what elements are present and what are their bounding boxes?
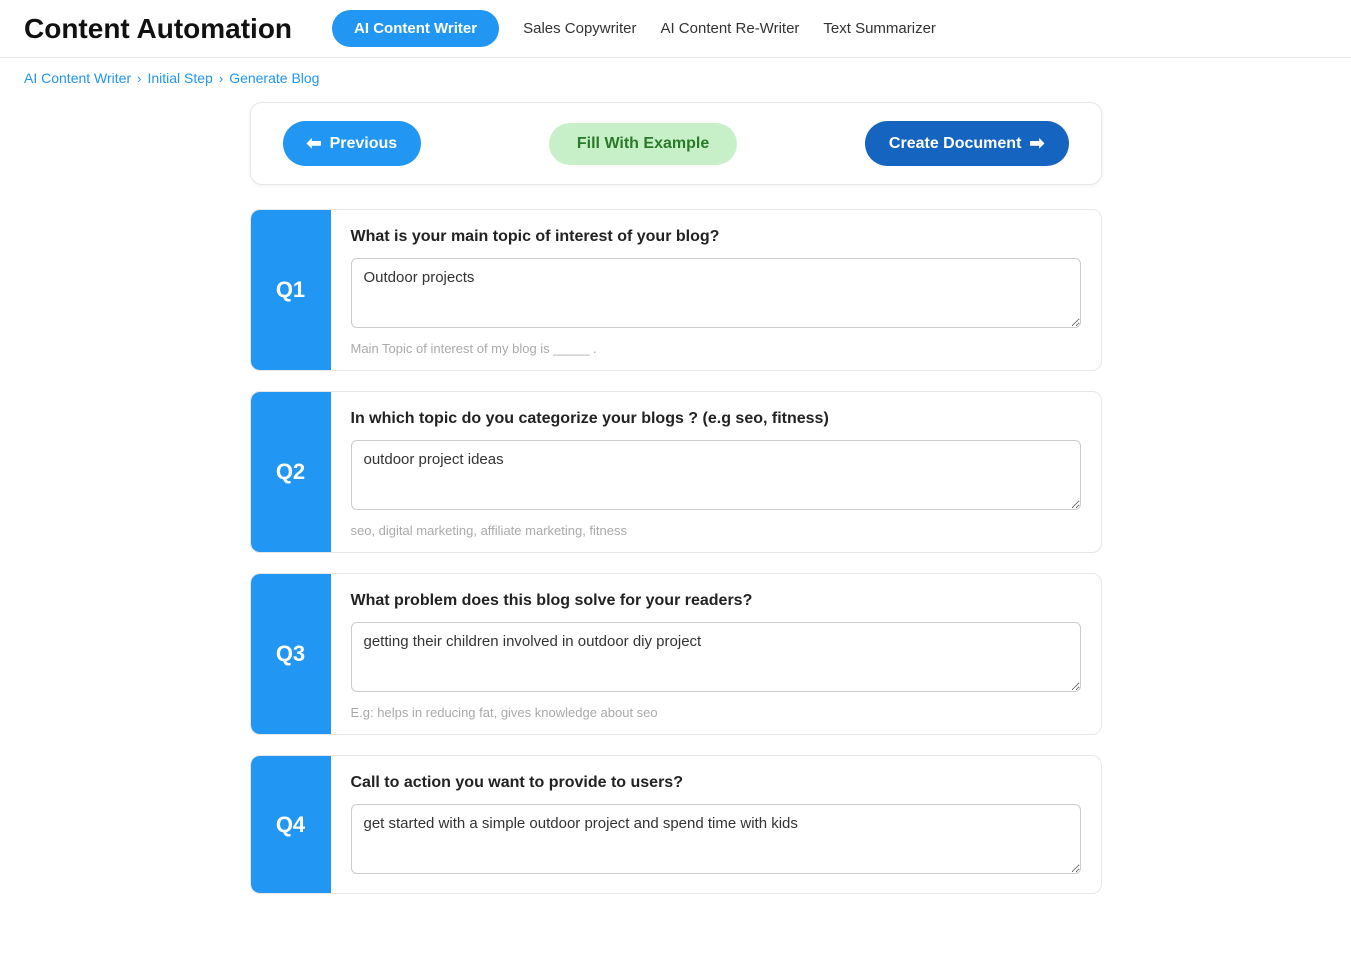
question-title-q1: What is your main topic of interest of y… [351,228,1081,246]
question-input-q2[interactable]: outdoor project ideas [351,440,1081,510]
question-input-q3[interactable]: getting their children involved in outdo… [351,622,1081,692]
fill-example-button[interactable]: Fill With Example [549,123,737,165]
question-block-q1: Q1 What is your main topic of interest o… [250,209,1102,371]
create-doc-label: Create Document [889,135,1021,153]
fill-example-label: Fill With Example [577,135,709,152]
create-doc-arrow-icon: ➡ [1029,133,1044,154]
question-hint-q3: E.g: helps in reducing fat, gives knowle… [351,705,1081,720]
breadcrumb-generate-blog[interactable]: Generate Blog [229,70,319,86]
breadcrumb-sep-1: › [137,71,141,86]
create-document-button[interactable]: Create Document ➡ [865,121,1069,166]
tab-sales-copywriter[interactable]: Sales Copywriter [523,12,636,45]
breadcrumb-ai-content-writer[interactable]: AI Content Writer [24,70,131,86]
header: Content Automation AI Content Writer Sal… [0,0,1351,58]
question-content-q3: What problem does this blog solve for yo… [331,574,1101,734]
previous-button[interactable]: ⬅ Previous [283,121,422,166]
tab-text-summarizer[interactable]: Text Summarizer [823,12,936,45]
question-content-q1: What is your main topic of interest of y… [331,210,1101,370]
nav-tabs: AI Content Writer Sales Copywriter AI Co… [332,10,1327,47]
question-hint-q2: seo, digital marketing, affiliate market… [351,523,1081,538]
questions-container: Q1 What is your main topic of interest o… [250,209,1102,894]
tab-ai-content-rewriter[interactable]: AI Content Re-Writer [660,12,799,45]
question-input-q1[interactable]: Outdoor projects [351,258,1081,328]
action-bar: ⬅ Previous Fill With Example Create Docu… [250,102,1102,185]
breadcrumb: AI Content Writer › Initial Step › Gener… [0,58,1351,102]
question-block-q2: Q2 In which topic do you categorize your… [250,391,1102,553]
question-content-q2: In which topic do you categorize your bl… [331,392,1101,552]
breadcrumb-initial-step[interactable]: Initial Step [147,70,212,86]
tab-ai-content-writer[interactable]: AI Content Writer [332,10,499,47]
question-content-q4: Call to action you want to provide to us… [331,756,1101,893]
breadcrumb-sep-2: › [219,71,223,86]
question-label-q2: Q2 [251,392,331,552]
question-block-q4: Q4 Call to action you want to provide to… [250,755,1102,894]
question-title-q2: In which topic do you categorize your bl… [351,410,1081,428]
question-title-q3: What problem does this blog solve for yo… [351,592,1081,610]
previous-arrow-icon: ⬅ [307,133,322,154]
main-container: ⬅ Previous Fill With Example Create Docu… [226,102,1126,954]
question-label-q3: Q3 [251,574,331,734]
question-block-q3: Q3 What problem does this blog solve for… [250,573,1102,735]
app-title: Content Automation [24,13,292,45]
question-label-q4: Q4 [251,756,331,893]
question-label-q1: Q1 [251,210,331,370]
previous-label: Previous [330,135,398,153]
question-hint-q1: Main Topic of interest of my blog is ___… [351,341,1081,356]
question-input-q4[interactable]: get started with a simple outdoor projec… [351,804,1081,874]
question-title-q4: Call to action you want to provide to us… [351,774,1081,792]
